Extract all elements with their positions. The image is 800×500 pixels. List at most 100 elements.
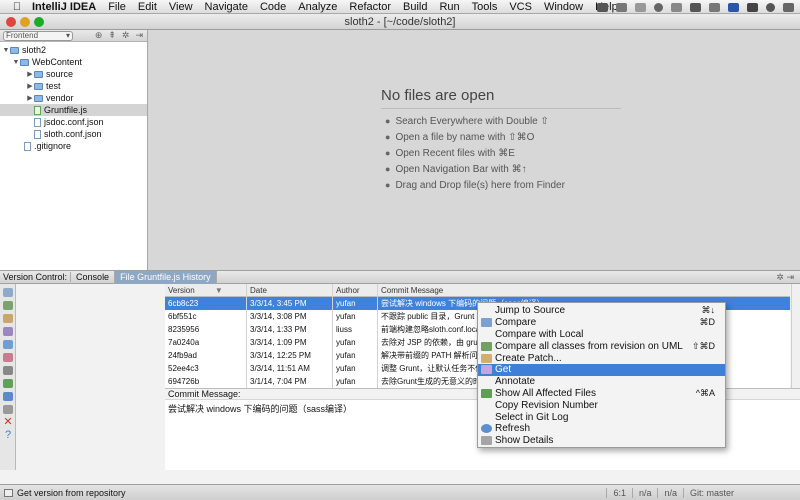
tray-volume-icon[interactable] <box>709 2 720 12</box>
menu-tools[interactable]: Tools <box>472 1 498 13</box>
menu-item-annotate[interactable]: Annotate <box>478 376 725 388</box>
tab-console[interactable]: Console <box>71 270 116 284</box>
status-encoding[interactable]: n/a <box>657 487 683 498</box>
tree-node-jsdoc-conf[interactable]: jsdoc.conf.json <box>0 116 147 128</box>
uml-icon[interactable] <box>3 327 13 336</box>
blank-icon <box>481 401 492 410</box>
menu-navigate[interactable]: Navigate <box>205 1 248 13</box>
filter-icon[interactable] <box>3 366 13 375</box>
status-git-branch[interactable]: Git: master <box>682 487 740 498</box>
menu-run[interactable]: Run <box>439 1 459 13</box>
vc-settings-icon[interactable]: ✲ ⇥ <box>776 272 800 283</box>
tray-cloud-icon[interactable] <box>616 2 627 12</box>
cell-date: 3/3/14, 1:09 PM <box>247 336 333 349</box>
status-caret-position[interactable]: 6:1 <box>606 487 632 498</box>
affected-files-icon[interactable] <box>3 379 13 388</box>
tree-node-test[interactable]: ▶ test <box>0 80 147 92</box>
tree-node-vendor[interactable]: ▶ vendor <box>0 92 147 104</box>
tray-clock-icon[interactable] <box>654 2 663 12</box>
scroll-from-source-icon[interactable]: ⊕ <box>95 30 103 41</box>
expanded-arrow-icon[interactable]: ▼ <box>12 59 20 66</box>
tree-node-label: sloth.conf.json <box>44 129 102 139</box>
history-scrollbar[interactable] <box>791 284 800 388</box>
tray-battery-icon[interactable] <box>747 2 758 12</box>
expanded-arrow-icon[interactable]: ▼ <box>2 47 10 54</box>
col-version[interactable]: Version ▼ <box>165 284 247 297</box>
compare-icon[interactable] <box>3 301 13 310</box>
get-icon[interactable] <box>3 353 13 362</box>
menu-item-compare-uml[interactable]: Compare all classes from revision on UML… <box>478 340 725 352</box>
tree-node-sloth-conf[interactable]: sloth.conf.json <box>0 128 147 140</box>
zoom-window-icon[interactable] <box>34 17 44 27</box>
menu-item-select-in-git-log[interactable]: Select in Git Log <box>478 411 725 423</box>
menu-app-name[interactable]: IntelliJ IDEA <box>32 1 96 13</box>
sync-icon[interactable] <box>3 288 13 297</box>
hide-panel-icon[interactable]: ⇥ <box>135 30 143 41</box>
menu-build[interactable]: Build <box>403 1 427 13</box>
collapse-all-icon[interactable]: ⇞ <box>108 30 116 41</box>
close-icon[interactable]: ✕ <box>3 417 13 428</box>
cell-version: 6cb8c23 <box>165 297 247 310</box>
menu-vcs[interactable]: VCS <box>509 1 532 13</box>
status-line-separator[interactable]: n/a <box>631 487 658 498</box>
tree-node-gitignore[interactable]: .gitignore <box>0 140 147 152</box>
refresh-icon[interactable] <box>3 392 13 401</box>
collapsed-arrow-icon[interactable]: ▶ <box>26 94 34 102</box>
details-icon[interactable] <box>3 405 13 414</box>
menu-view[interactable]: View <box>169 1 193 13</box>
collapsed-arrow-icon[interactable]: ▶ <box>26 82 34 90</box>
tray-app-icon[interactable] <box>597 2 608 12</box>
project-view-selector[interactable]: Frontend ▾ <box>3 30 73 41</box>
details-icon <box>481 436 492 446</box>
annotate-icon[interactable] <box>3 340 13 349</box>
tray-wifi-icon[interactable] <box>690 2 701 12</box>
menu-item-create-patch[interactable]: Create Patch... <box>478 352 725 364</box>
apple-icon[interactable]:  <box>10 1 24 13</box>
collapsed-arrow-icon[interactable]: ▶ <box>26 70 34 78</box>
gear-icon[interactable]: ✲ <box>122 30 130 41</box>
patch-icon[interactable] <box>3 314 13 323</box>
compare-icon <box>481 318 492 328</box>
menu-item-label: Compare all classes from revision on UML <box>495 340 683 352</box>
tree-node-webcontent[interactable]: ▼ WebContent <box>0 56 147 68</box>
col-date[interactable]: Date <box>247 284 333 297</box>
tree-node-gruntfile[interactable]: Gruntfile.js <box>0 104 147 116</box>
menu-item-get[interactable]: Get <box>478 363 725 376</box>
menu-item-jump-to-source[interactable]: Jump to Source ⌘↓ <box>478 305 725 317</box>
menu-item-refresh[interactable]: Refresh <box>478 423 725 435</box>
minimize-window-icon[interactable] <box>20 17 30 27</box>
tray-bluetooth-icon[interactable] <box>671 2 682 12</box>
bullet-icon: ● <box>385 164 391 174</box>
tray-display-icon[interactable] <box>635 2 646 12</box>
menu-item-show-affected-files[interactable]: Show All Affected Files ^⌘A <box>478 388 725 400</box>
col-author[interactable]: Author <box>333 284 378 297</box>
tray-flag-icon[interactable] <box>728 2 739 12</box>
menu-item-show-details[interactable]: Show Details <box>478 435 725 447</box>
tree-node-sloth2[interactable]: ▼ sloth2 <box>0 44 147 56</box>
menu-item-copy-revision[interactable]: Copy Revision Number <box>478 399 725 411</box>
menu-code[interactable]: Code <box>260 1 286 13</box>
file-icon <box>24 141 31 151</box>
menu-refactor[interactable]: Refactor <box>349 1 391 13</box>
col-message[interactable]: Commit Message <box>378 284 790 297</box>
tray-search-icon[interactable] <box>766 2 775 12</box>
cell-author: yufan <box>333 297 378 310</box>
tree-node-label: jsdoc.conf.json <box>44 117 104 127</box>
no-files-title: No files are open <box>381 87 621 109</box>
menu-edit[interactable]: Edit <box>138 1 157 13</box>
menu-item-label: Refresh <box>495 423 531 435</box>
close-window-icon[interactable] <box>6 17 16 27</box>
blank-icon <box>481 377 492 386</box>
menu-item-compare[interactable]: Compare ⌘D <box>478 317 725 329</box>
editor-area[interactable]: No files are open ● Search Everywhere wit… <box>149 30 800 270</box>
help-icon[interactable]: ? <box>3 430 13 441</box>
cell-author: yufan <box>333 362 378 375</box>
tray-notifications-icon[interactable] <box>783 2 794 12</box>
menu-item-compare-with-local[interactable]: Compare with Local <box>478 329 725 341</box>
status-toggle-icon[interactable] <box>4 488 13 497</box>
menu-file[interactable]: File <box>108 1 126 13</box>
tab-file-history[interactable]: File Gruntfile.js History <box>115 270 217 284</box>
menu-analyze[interactable]: Analyze <box>298 1 337 13</box>
tree-node-source[interactable]: ▶ source <box>0 68 147 80</box>
menu-window[interactable]: Window <box>544 1 583 13</box>
